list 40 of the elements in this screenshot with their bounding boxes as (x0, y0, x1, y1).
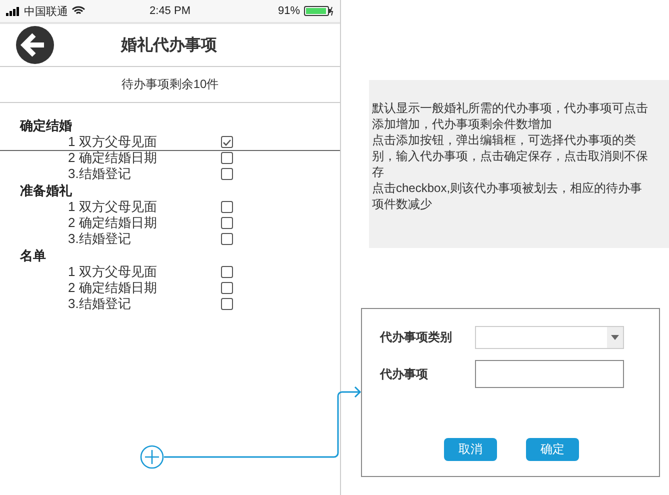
checkbox[interactable] (221, 201, 233, 213)
field-label: 代办事项类别 (380, 329, 453, 346)
todo-item: 1 双方父母见面 (68, 263, 158, 281)
group-title: 名单 (20, 247, 46, 264)
carrier-name: 中国联通 (24, 4, 68, 18)
checkbox[interactable] (221, 266, 233, 278)
battery-percent: 91% (278, 5, 300, 17)
page-title: 婚礼代办事项 (120, 35, 218, 56)
group-title: 准备婚礼 (20, 182, 72, 199)
note-text: 点击checkbox,则该代办事项被划去，相应的待办事项件数减少 (372, 180, 644, 212)
checkbox[interactable] (221, 233, 233, 245)
checkbox[interactable] (221, 168, 233, 180)
remaining-count: 待办事项剩余10件 (121, 76, 219, 93)
add-button[interactable] (140, 445, 164, 469)
dialog-button[interactable]: 取消 (444, 438, 497, 461)
input-field[interactable] (475, 360, 624, 388)
signal-icon (6, 6, 20, 16)
dialog-button[interactable]: 确定 (526, 438, 579, 461)
todo-item: 1 双方父母见面 (68, 133, 158, 151)
checkbox[interactable] (221, 136, 233, 148)
checkbox[interactable] (221, 298, 233, 310)
todo-item: 1 双方父母见面 (68, 198, 158, 216)
caret-icon (611, 335, 619, 340)
todo-item: 2 确定结婚日期 (68, 279, 158, 297)
group-title: 确定结婚 (20, 117, 72, 134)
note-text: 点击添加按钮，弹出编辑框，可选择代办事项的类别，输入代办事项，点击确定保存，点击取消则不保存 (372, 132, 649, 180)
back-button[interactable] (16, 26, 54, 64)
checkbox[interactable] (221, 217, 233, 229)
todo-item: 2 确定结婚日期 (68, 214, 158, 232)
todo-item: 3.结婚登记 (68, 230, 132, 248)
checkbox[interactable] (221, 282, 233, 294)
field-label: 代办事项 (380, 366, 429, 382)
note-text: 默认显示一般婚礼所需的代办事项，代办事项可点击添加增加，代办事项剩余件数增加 (372, 100, 649, 132)
battery-icon (304, 6, 334, 16)
checkbox[interactable] (221, 152, 233, 164)
status-time: 2:45 PM (150, 5, 190, 17)
todo-item: 3.结婚登记 (68, 295, 132, 313)
wifi-icon (72, 6, 85, 16)
todo-item: 2 确定结婚日期 (68, 149, 158, 167)
todo-item: 3.结婚登记 (68, 165, 132, 183)
